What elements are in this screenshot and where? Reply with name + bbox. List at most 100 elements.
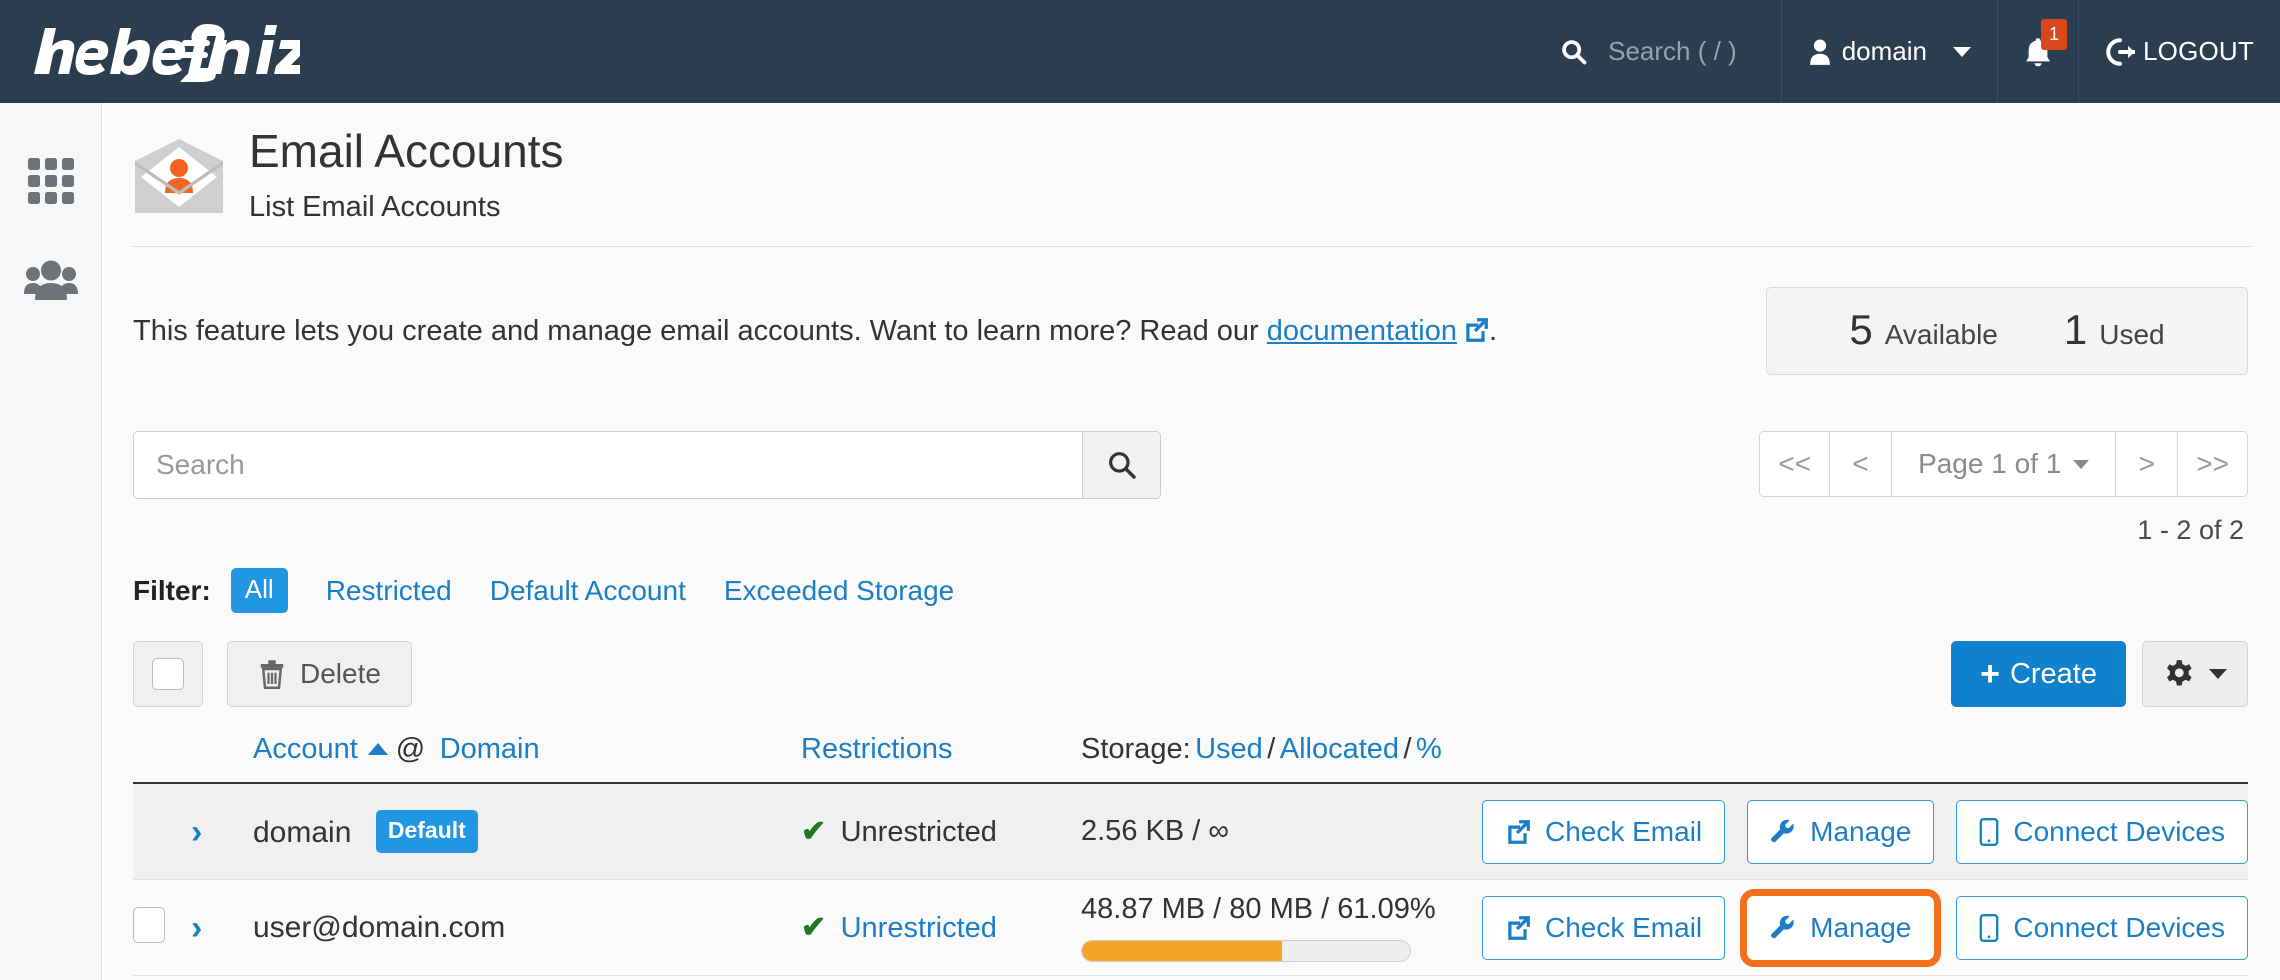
logo-wordmark-icon	[34, 23, 300, 82]
search-icon	[1562, 39, 1587, 64]
connect-devices-button[interactable]: Connect Devices	[1956, 895, 2248, 960]
sort-by-storage-allocated[interactable]: Allocated	[1280, 733, 1399, 765]
pagination-first-button[interactable]: <<	[1760, 432, 1831, 497]
stat-available: 5 Available	[1849, 306, 1997, 354]
filter-option-restricted[interactable]: Restricted	[326, 575, 452, 607]
global-search[interactable]: Search ( / )	[1534, 0, 1781, 103]
filter-option-default-account[interactable]: Default Account	[490, 575, 686, 607]
header-account-cell: Account @ Domain	[253, 733, 801, 766]
chevron-down-icon	[2073, 459, 2090, 469]
chevron-right-icon[interactable]: ›	[191, 909, 202, 947]
header-at-symbol: @	[395, 733, 426, 766]
row-expand-cell[interactable]: ›	[191, 815, 253, 849]
external-link-icon	[1508, 819, 1530, 844]
row-account-cell: domain Default	[253, 810, 801, 854]
header-storage-cell: Storage: Used / Allocated / %	[1081, 733, 1481, 766]
feature-description: This feature lets you create and manage …	[133, 287, 1497, 352]
used-label: Used	[2099, 319, 2165, 351]
chevron-right-icon[interactable]: ›	[191, 813, 202, 851]
default-badge: Default	[375, 810, 478, 854]
check-email-button[interactable]: Check Email	[1481, 799, 1726, 864]
delete-button[interactable]: Delete	[227, 641, 412, 708]
pagination: << < Page 1 of 1 > >>	[1759, 431, 2248, 498]
user-icon	[1809, 39, 1830, 65]
logout-label: LOGOUT	[2143, 36, 2254, 66]
filter-option-all[interactable]: All	[230, 568, 288, 614]
used-count: 1	[2063, 306, 2088, 354]
mobile-icon	[1980, 817, 1999, 846]
create-button[interactable]: + Create	[1951, 641, 2126, 708]
pagination-next-button[interactable]: >	[2116, 432, 2179, 497]
gear-icon	[2167, 660, 2192, 686]
row-storage-cell: 48.87 MB / 80 MB / 61.09%	[1081, 893, 1481, 963]
connect-devices-label: Connect Devices	[2013, 815, 2225, 847]
quota-stats-box: 5 Available 1 Used	[1766, 287, 2248, 376]
user-menu[interactable]: domain	[1780, 0, 1997, 103]
search-input[interactable]	[134, 432, 1082, 499]
sort-by-storage-used[interactable]: Used	[1195, 733, 1263, 765]
sort-by-restrictions[interactable]: Restrictions	[801, 733, 953, 765]
check-icon: ✔	[801, 911, 827, 945]
sort-by-storage-percent[interactable]: %	[1416, 733, 1442, 765]
check-email-label: Check Email	[1544, 815, 1703, 847]
available-count: 5	[1849, 306, 1873, 354]
select-all-checkbox[interactable]	[133, 641, 203, 708]
page-subtitle: List Email Accounts	[249, 191, 501, 224]
account-name: domain	[253, 816, 352, 850]
logout-button[interactable]: LOGOUT	[2078, 0, 2280, 103]
pagination-page-label: Page 1 of 1	[1918, 448, 2062, 480]
table-row: › domain Default ✔ Unrestricted 2.56 KB …	[133, 784, 2248, 881]
settings-dropdown-button[interactable]	[2142, 641, 2248, 708]
row-actions-cell: Check Email Manage Connect Devices	[1481, 888, 2248, 967]
top-nav-right-group: Search ( / ) domain 1 LOGOUT	[1534, 0, 2280, 103]
sort-asc-icon	[367, 743, 388, 756]
notification-badge-count: 1	[2041, 18, 2068, 50]
action-row: Delete + Create	[103, 613, 2280, 708]
brand-logo[interactable]	[32, 0, 300, 103]
external-link-icon	[1466, 318, 1488, 343]
main-content: Email Accounts List Email Accounts This …	[103, 103, 2280, 980]
trash-icon	[260, 660, 284, 690]
users-group-icon	[24, 260, 78, 300]
tools-row: << < Page 1 of 1 > >> 1 - 2 of 2	[103, 375, 2280, 546]
pagination-page-select[interactable]: Page 1 of 1	[1892, 432, 2117, 497]
stat-used: 1 Used	[2064, 306, 2165, 354]
search-icon	[1108, 452, 1136, 480]
apps-grid-icon	[28, 158, 74, 204]
row-checkbox-cell	[133, 907, 191, 948]
search-submit-button[interactable]	[1082, 432, 1160, 499]
check-email-button[interactable]: Check Email	[1481, 895, 1726, 960]
storage-usage-text: 2.56 KB / ∞	[1081, 815, 1230, 848]
account-name: user@domain.com	[253, 910, 506, 944]
storage-progress-fill	[1082, 941, 1283, 962]
pagination-prev-button[interactable]: <	[1830, 432, 1893, 497]
filter-row: Filter: All Restricted Default Account E…	[103, 546, 2280, 614]
row-expand-cell[interactable]: ›	[191, 911, 253, 945]
sidebar-item-users[interactable]	[0, 231, 102, 331]
row-restrictions-cell: ✔ Unrestricted	[801, 910, 1081, 945]
chevron-down-icon	[1953, 46, 1971, 57]
plus-icon: +	[1980, 655, 2000, 694]
sort-by-domain[interactable]: Domain	[440, 733, 540, 765]
documentation-link[interactable]: documentation	[1267, 315, 1457, 347]
user-menu-label: domain	[1841, 36, 1927, 66]
pagination-area: << < Page 1 of 1 > >> 1 - 2 of 2	[1759, 431, 2248, 546]
sidebar-item-apps[interactable]	[0, 131, 102, 231]
row-storage-cell: 2.56 KB / ∞	[1081, 815, 1481, 848]
page-header: Email Accounts List Email Accounts	[103, 103, 2280, 224]
manage-button[interactable]: Manage	[1747, 799, 1935, 864]
sort-by-account[interactable]: Account	[253, 733, 358, 765]
external-link-icon	[1508, 915, 1530, 940]
row-select-checkbox[interactable]	[133, 907, 165, 944]
page-title: Email Accounts	[249, 125, 564, 177]
manage-button[interactable]: Manage	[1740, 888, 1942, 967]
restriction-status[interactable]: Unrestricted	[841, 912, 997, 944]
notifications-button[interactable]: 1	[1997, 0, 2078, 103]
check-email-label: Check Email	[1544, 911, 1703, 943]
filter-option-exceeded-storage[interactable]: Exceeded Storage	[724, 575, 954, 607]
table-row: › user@domain.com ✔ Unrestricted 48.87 M…	[133, 880, 2248, 977]
manage-label: Manage	[1810, 815, 1912, 847]
storage-separator-2: /	[1403, 733, 1412, 766]
connect-devices-button[interactable]: Connect Devices	[1956, 799, 2248, 864]
pagination-last-button[interactable]: >>	[2178, 432, 2247, 497]
